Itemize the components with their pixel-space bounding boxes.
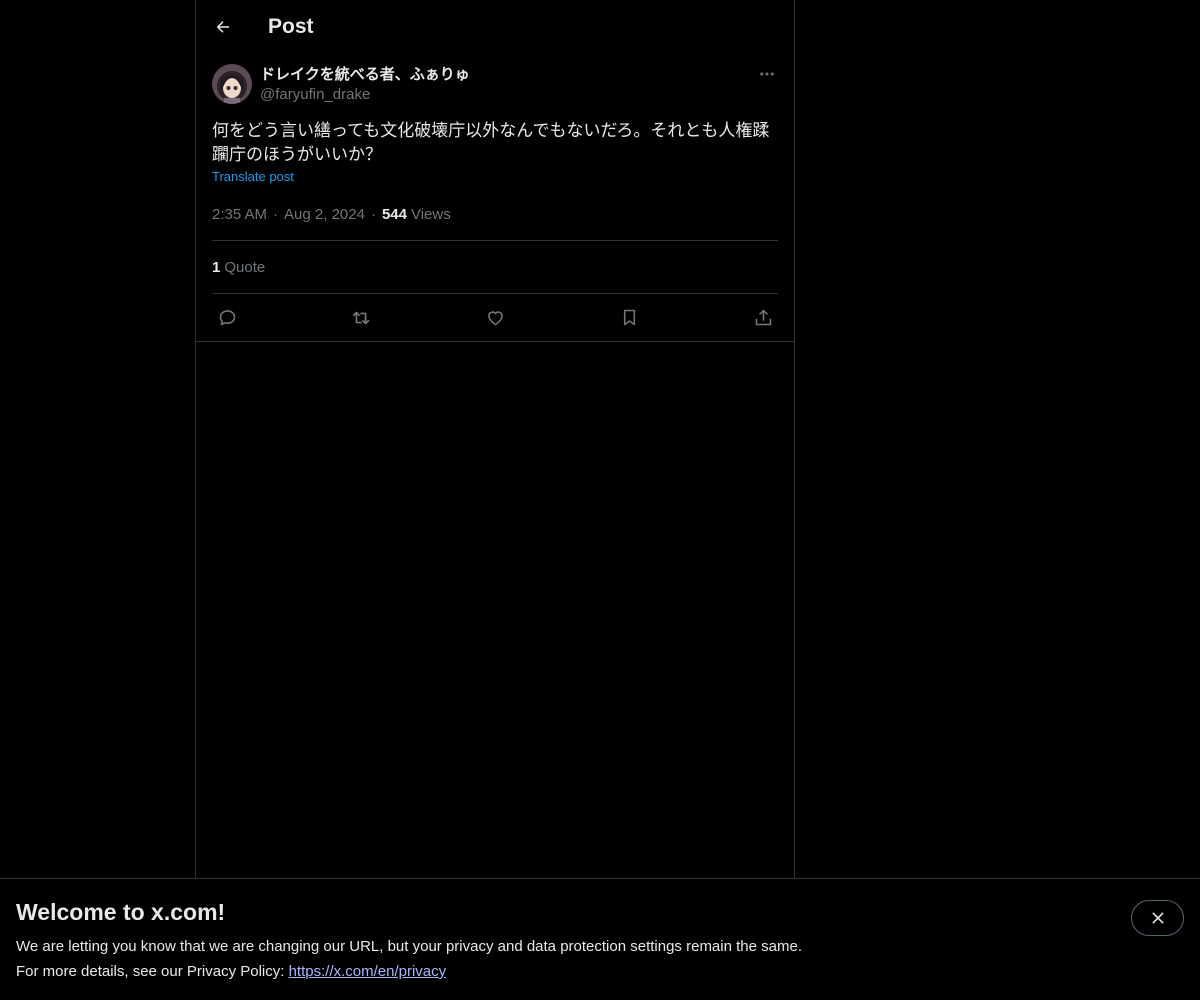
action-bar [212,294,778,341]
welcome-banner: Welcome to x.com! We are letting you kno… [0,878,1200,1000]
avatar-image [212,64,252,104]
author-row: ドレイクを統べる者、ふぁりゅ @faryufin_drake [212,64,778,105]
views-count: 544 [381,205,407,223]
close-banner-button[interactable] [1131,900,1184,936]
post-date[interactable]: Aug 2, 2024 [284,206,365,223]
translate-post-link[interactable]: Translate post [212,169,294,184]
reply-icon [219,310,235,326]
banner-details: For more details, see our Privacy Policy… [16,959,1184,984]
quote-count: 1 [212,258,221,276]
page-title: Post [268,15,314,38]
repost-button[interactable] [350,307,372,329]
more-horizontal-icon [760,72,774,76]
repost-icon [352,311,370,324]
post-detail: ドレイクを統べる者、ふぁりゅ @faryufin_drake 何をどう言い繕って… [196,54,794,342]
meta-separator: · [370,205,376,223]
bookmark-button[interactable] [618,307,640,329]
meta-separator: · [273,205,279,223]
post-time[interactable]: 2:35 AM [212,206,267,223]
page-header: Post [196,0,794,54]
quotes-link[interactable]: 1 Quote [212,241,778,293]
views-label: Views [410,205,451,223]
banner-message: We are letting you know that we are chan… [16,938,802,955]
close-icon [1152,912,1163,924]
share-icon [755,309,771,326]
author-display-name[interactable]: ドレイクを統べる者、ふぁりゅ [260,65,470,85]
banner-details-text: For more details, see our Privacy Policy… [16,963,289,980]
arrow-left-icon [216,21,229,33]
avatar[interactable] [212,64,252,104]
more-options-button[interactable] [756,64,778,84]
bookmark-icon [623,309,635,326]
post-text: 何をどう言い繕っても文化破壊庁以外なんでもないだろ。それとも人権蹂躙庁のほうがい… [212,121,770,164]
share-button[interactable] [752,307,774,329]
back-button[interactable] [212,16,234,38]
privacy-policy-link[interactable]: https://x.com/en/privacy [289,963,447,980]
like-icon [487,311,503,326]
author-handle[interactable]: @faryufin_drake [260,85,470,105]
quote-label: Quote [224,258,266,276]
banner-title: Welcome to x.com! [16,899,226,925]
author-info: ドレイクを統べる者、ふぁりゅ @faryufin_drake [260,65,470,105]
post-meta: 2:35 AM · Aug 2, 2024 · 544 Views [212,204,778,224]
main-column: Post ドレイクを統べる者、ふぁりゅ @faryufin_drake 何をどう… [195,0,795,1000]
like-button[interactable] [484,307,506,329]
reply-button[interactable] [216,307,238,329]
